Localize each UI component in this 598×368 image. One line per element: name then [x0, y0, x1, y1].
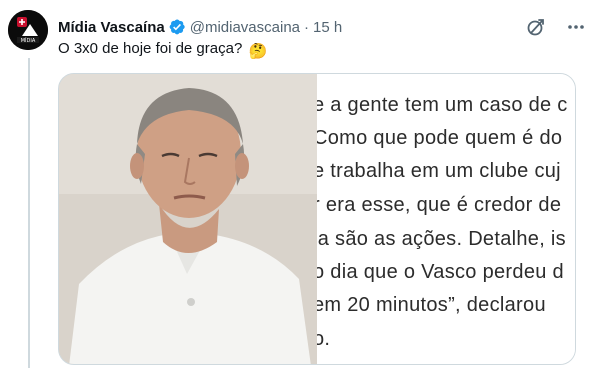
article-line: o. — [317, 328, 331, 350]
author-handle[interactable]: @midiavascaina — [190, 19, 300, 36]
article-line: o dia que o Vasco perdeu d — [317, 261, 564, 283]
separator-dot: · — [304, 18, 310, 36]
tweet[interactable]: MÍDIA Mídia Vascaína @midiavascaina · 15… — [0, 0, 598, 368]
thinking-face-emoji: 🤔 — [248, 43, 268, 60]
verified-badge-icon — [168, 18, 186, 36]
man-portrait — [59, 74, 317, 364]
article-line: Como que pode quem é do — [317, 127, 563, 149]
article-line: em 20 minutos”, declarou — [317, 294, 546, 316]
tweet-header: Mídia Vascaína @midiavascaina · 15 h — [58, 16, 586, 38]
author-name[interactable]: Mídia Vascaína — [58, 19, 165, 36]
svg-text:MÍDIA: MÍDIA — [21, 37, 36, 44]
article-line: e trabalha em um clube cuj — [317, 160, 561, 182]
thread-line — [28, 58, 30, 368]
timestamp[interactable]: 15 h — [313, 19, 342, 36]
tweet-body: O 3x0 de hoje foi de graça? — [58, 40, 243, 57]
avatar-logo: MÍDIA — [8, 10, 48, 50]
article-line: r era esse, que é credor de — [317, 194, 562, 216]
more-options-icon[interactable] — [566, 17, 586, 37]
article-text-crop: e a gente tem um caso de c Como que pode… — [317, 74, 575, 364]
person-photo — [59, 74, 317, 364]
article-line: e a gente tem um caso de c — [317, 94, 568, 116]
tweet-text: O 3x0 de hoje foi de graça? 🤔 — [58, 39, 267, 62]
article-line: ia são as ações. Detalhe, is — [317, 228, 566, 250]
avatar[interactable]: MÍDIA — [8, 10, 48, 50]
grok-icon[interactable] — [526, 17, 546, 37]
media-attachment[interactable]: e a gente tem um caso de c Como que pode… — [58, 73, 576, 365]
